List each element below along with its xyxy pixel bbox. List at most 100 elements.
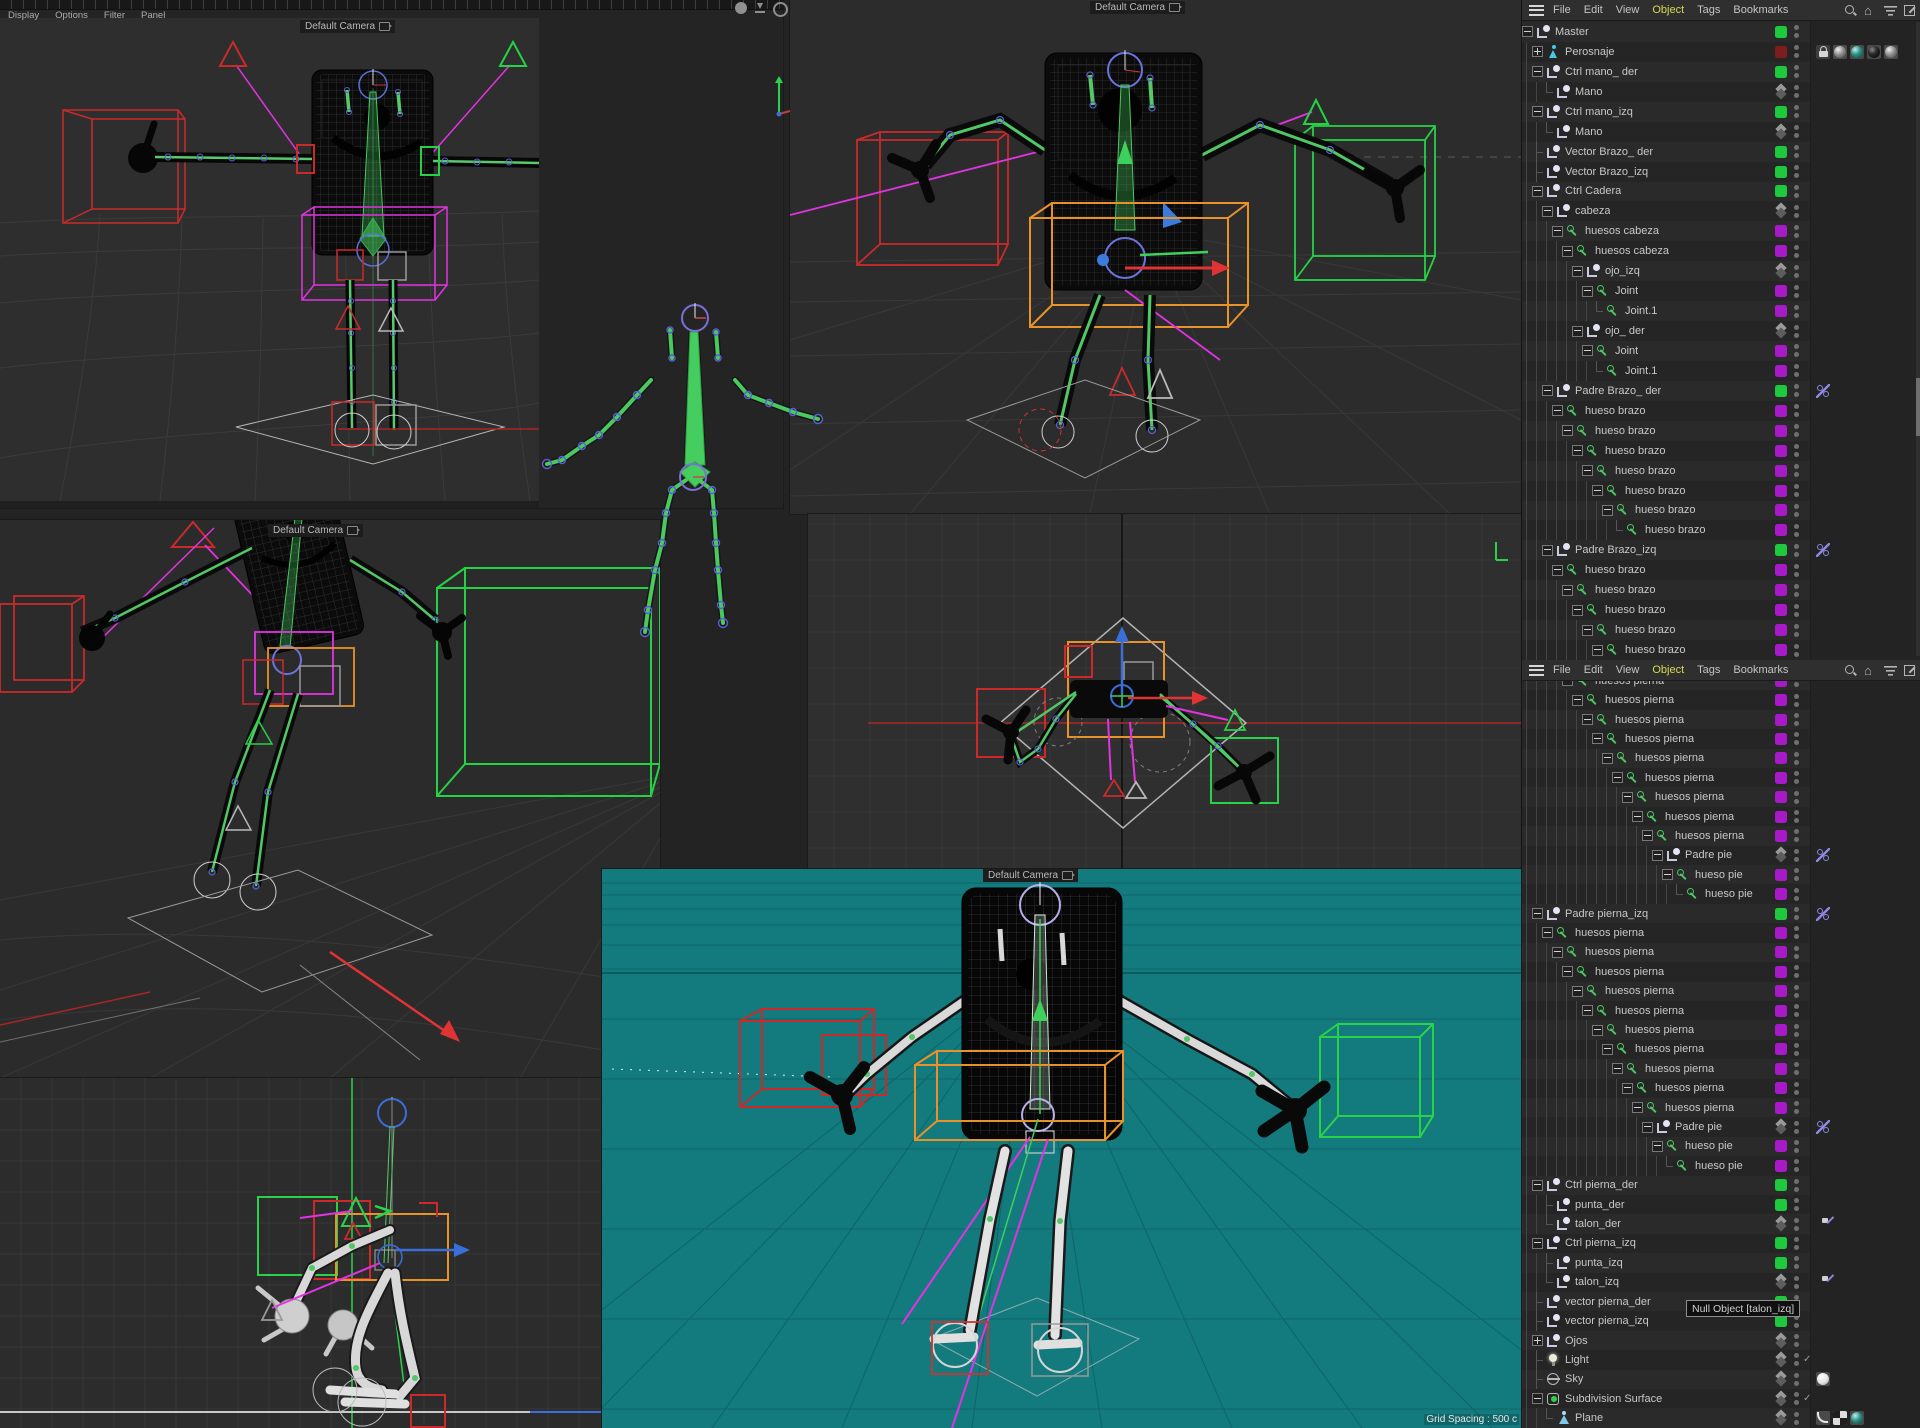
purple-color-chip[interactable] bbox=[1775, 1043, 1787, 1055]
purple-color-chip[interactable] bbox=[1775, 694, 1787, 706]
collapse-icon[interactable] bbox=[1532, 106, 1543, 117]
collapse-icon[interactable] bbox=[1552, 947, 1563, 958]
collapse-icon[interactable] bbox=[1542, 206, 1553, 217]
visibility-dots[interactable] bbox=[1794, 464, 1800, 477]
render-scene[interactable] bbox=[602, 869, 1521, 1428]
visibility-dots[interactable] bbox=[1794, 829, 1800, 842]
purple-color-chip[interactable] bbox=[1775, 285, 1787, 297]
collapse-icon[interactable] bbox=[1642, 1122, 1653, 1133]
layers-color-chip[interactable] bbox=[1775, 126, 1787, 138]
collapse-icon[interactable] bbox=[1552, 226, 1563, 237]
visibility-dots[interactable] bbox=[1794, 1276, 1800, 1289]
camera-label[interactable]: Default Camera bbox=[268, 524, 363, 537]
om-row-talon-izq[interactable]: talon_izq bbox=[1522, 1273, 1810, 1292]
ik-tag-icon[interactable] bbox=[1816, 543, 1830, 557]
ctrl-cube-hand-left[interactable] bbox=[740, 1009, 886, 1107]
purple-color-chip[interactable] bbox=[1775, 830, 1787, 842]
collapse-icon[interactable] bbox=[1612, 772, 1623, 783]
om-row-ctrl-cadera[interactable]: Ctrl Cadera bbox=[1522, 182, 1810, 202]
layers-color-chip[interactable] bbox=[1775, 1335, 1787, 1347]
green-color-chip[interactable] bbox=[1775, 26, 1787, 38]
collapse-icon[interactable] bbox=[1592, 733, 1603, 744]
viewport-front[interactable]: Default Camera bbox=[0, 18, 539, 501]
collapse-icon[interactable] bbox=[1572, 445, 1583, 456]
ik-tag-icon[interactable] bbox=[1816, 384, 1830, 398]
seated-scene[interactable] bbox=[0, 520, 660, 1078]
om-row-hueso-brazo[interactable]: hueso brazo bbox=[1522, 501, 1810, 521]
om-row-hueso-pie[interactable]: hueso pie bbox=[1522, 884, 1810, 903]
om-row-punta-der[interactable]: punta_der bbox=[1522, 1195, 1810, 1214]
visibility-dots[interactable] bbox=[1794, 713, 1800, 726]
om-menu-edit[interactable]: Edit bbox=[1584, 4, 1603, 16]
collapse-icon[interactable] bbox=[1552, 405, 1563, 416]
om-row-padre-pie[interactable]: Padre pie bbox=[1522, 1117, 1810, 1136]
om-row-light[interactable]: Light✓ bbox=[1522, 1350, 1810, 1369]
viewport-menu-display[interactable]: Display bbox=[8, 10, 39, 21]
visibility-dots[interactable] bbox=[1794, 145, 1800, 158]
om-row-joint-1[interactable]: Joint.1 bbox=[1522, 301, 1810, 321]
orbit-icon[interactable] bbox=[773, 2, 788, 17]
om-row-joint[interactable]: Joint bbox=[1522, 341, 1810, 361]
om-row-ojo-izq[interactable]: ojo_izq bbox=[1522, 261, 1810, 281]
om-row-huesos-pierna[interactable]: huesos pierna bbox=[1522, 962, 1810, 981]
visibility-dots[interactable] bbox=[1794, 45, 1800, 58]
purple-color-chip[interactable] bbox=[1775, 752, 1787, 764]
visibility-dots[interactable] bbox=[1794, 849, 1800, 862]
om-row-huesos-pierna[interactable]: huesos pierna bbox=[1522, 943, 1810, 962]
collapse-icon[interactable] bbox=[1562, 585, 1573, 596]
mat-teal-tag-icon[interactable] bbox=[1850, 1411, 1864, 1425]
visibility-dots[interactable] bbox=[1794, 1121, 1800, 1134]
ctrl-cube-hand-left[interactable] bbox=[0, 596, 84, 692]
visibility-dots[interactable] bbox=[1794, 584, 1800, 597]
purple-color-chip[interactable] bbox=[1775, 1082, 1787, 1094]
visibility-dots[interactable] bbox=[1794, 965, 1800, 978]
collapse-icon[interactable] bbox=[1642, 830, 1653, 841]
viewport-persp[interactable]: Default Camera bbox=[790, 0, 1521, 514]
om-row-hueso-brazo[interactable]: hueso brazo bbox=[1522, 620, 1810, 640]
home-icon[interactable]: ⌂ bbox=[1864, 4, 1877, 17]
purple-color-chip[interactable] bbox=[1775, 714, 1787, 726]
om-menu-object[interactable]: Object bbox=[1652, 4, 1684, 16]
purple-color-chip[interactable] bbox=[1775, 985, 1787, 997]
search-icon[interactable] bbox=[1844, 664, 1857, 677]
om-row-hueso-pie[interactable]: hueso pie bbox=[1522, 1156, 1810, 1175]
purple-color-chip[interactable] bbox=[1775, 425, 1787, 437]
collapse-icon[interactable] bbox=[1542, 545, 1553, 556]
om-row-punta-izq[interactable]: punta_izq bbox=[1522, 1253, 1810, 1272]
ik-tag-icon[interactable] bbox=[1816, 907, 1830, 921]
visibility-dots[interactable] bbox=[1794, 165, 1800, 178]
visibility-dots[interactable] bbox=[1794, 907, 1800, 920]
viewport-top[interactable] bbox=[808, 514, 1521, 869]
expand-icon[interactable] bbox=[1532, 46, 1543, 57]
om-row-hueso-brazo[interactable]: hueso brazo bbox=[1522, 461, 1810, 481]
visibility-dots[interactable] bbox=[1794, 484, 1800, 497]
layers-color-chip[interactable] bbox=[1775, 325, 1787, 337]
visibility-dots[interactable] bbox=[1794, 544, 1800, 557]
visibility-dots[interactable] bbox=[1794, 810, 1800, 823]
visibility-dots[interactable] bbox=[1794, 1218, 1800, 1231]
visibility-dots[interactable] bbox=[1794, 926, 1800, 939]
collapse-icon[interactable] bbox=[1632, 1102, 1643, 1113]
om-row-huesos-pierna[interactable]: huesos pierna bbox=[1522, 1020, 1810, 1039]
visibility-dots[interactable] bbox=[1794, 205, 1800, 218]
pin-tag-icon[interactable] bbox=[1816, 1275, 1830, 1289]
visibility-dots[interactable] bbox=[1794, 791, 1800, 804]
visibility-dots[interactable] bbox=[1794, 285, 1800, 298]
om-row-hueso-brazo[interactable]: hueso brazo bbox=[1522, 580, 1810, 600]
ik-tag-icon[interactable] bbox=[1816, 1120, 1830, 1134]
filter-icon[interactable] bbox=[1884, 664, 1897, 677]
om-row-huesos-pierna[interactable]: huesos pierna bbox=[1522, 1001, 1810, 1020]
visibility-dots[interactable] bbox=[1794, 384, 1800, 397]
ctrl-cube-hand-right[interactable] bbox=[1320, 1024, 1433, 1137]
visibility-dots[interactable] bbox=[1794, 868, 1800, 881]
purple-color-chip[interactable] bbox=[1775, 305, 1787, 317]
mat-white-tag-icon[interactable] bbox=[1816, 1372, 1830, 1386]
mat-grey-tag-icon[interactable] bbox=[1884, 45, 1898, 59]
om-row-huesos-pierna[interactable]: huesos pierna bbox=[1522, 1079, 1810, 1098]
purple-color-chip[interactable] bbox=[1775, 465, 1787, 477]
visibility-dots[interactable] bbox=[1794, 404, 1800, 417]
collapse-icon[interactable] bbox=[1652, 1141, 1663, 1152]
om-row-huesos-pierna[interactable]: huesos pierna bbox=[1522, 1098, 1810, 1117]
collapse-icon[interactable] bbox=[1572, 326, 1583, 337]
collapse-icon[interactable] bbox=[1662, 869, 1673, 880]
